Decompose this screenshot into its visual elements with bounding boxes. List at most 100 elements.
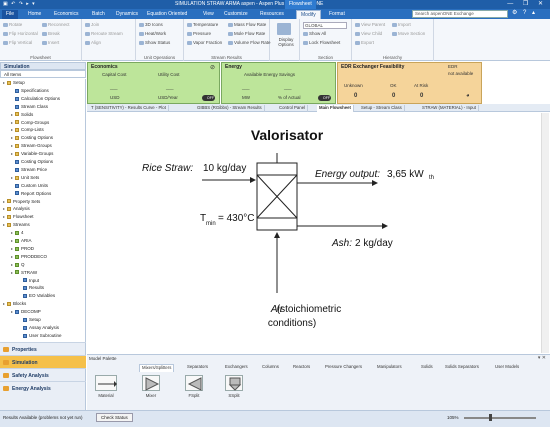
palette-tab-separators[interactable]: Separators	[187, 364, 208, 372]
palette-tab-user-models[interactable]: User Models	[495, 364, 519, 372]
zoom-slider[interactable]	[464, 417, 536, 419]
tree-item[interactable]: Costing Options	[11, 158, 53, 166]
heat-work-checkbox[interactable]: Heat/Work	[139, 31, 166, 36]
canvas-vertical-scrollbar[interactable]	[541, 113, 549, 353]
rotate-button[interactable]: Rotate	[3, 22, 22, 27]
simulation-nav-button[interactable]: Simulation	[0, 355, 86, 368]
move-section-button[interactable]: Move Section	[392, 31, 425, 36]
palette-tab-exchangers[interactable]: Exchangers	[225, 364, 248, 372]
tree-item[interactable]: Calculation Options	[11, 95, 60, 103]
close-icon[interactable]: ▾ ✕	[538, 355, 546, 361]
tree-item[interactable]: ▸ DECOMP	[11, 308, 41, 316]
tab-control-panel[interactable]: Control Panel	[277, 105, 309, 112]
tree-item[interactable]: ▸ 4	[11, 229, 24, 237]
quick-access-toolbar[interactable]: ▣ ↶ ↷ ▸ ▾	[3, 1, 36, 7]
flip-vertical-button[interactable]: Flip Vertical	[3, 40, 32, 45]
check-status-button[interactable]: Check Status	[96, 413, 133, 422]
join-button[interactable]: Join	[85, 22, 99, 27]
tab-equation-oriented[interactable]: Equation Oriented	[143, 10, 191, 19]
palette-tab-mixers[interactable]: Mixers/Splitters	[139, 364, 175, 372]
tree-item[interactable]: ▸ Stream-Groups	[11, 142, 52, 150]
palette-tab-solids[interactable]: Solids	[421, 364, 433, 372]
3d-icons-checkbox[interactable]: 3D Icons	[139, 22, 163, 27]
safety-analysis-nav-button[interactable]: Safety Analysis	[0, 368, 86, 381]
flip-horizontal-button[interactable]: Flip Horizontal	[3, 31, 38, 36]
tree-item[interactable]: ▸ ARIA	[11, 237, 32, 245]
tree-item[interactable]: ▸ Streams	[3, 221, 30, 229]
tab-file[interactable]: File	[2, 10, 19, 19]
tree-item[interactable]: Custom Units	[11, 182, 48, 190]
tree-item[interactable]: ▸ Comp-Lists	[11, 126, 44, 134]
tree-item[interactable]: Specifications	[11, 87, 49, 95]
tree-item[interactable]: ▸ Q	[11, 261, 25, 269]
energy-toggle[interactable]: OFF	[318, 95, 331, 101]
tree-item[interactable]: ▸ Variable-Groups	[11, 150, 53, 158]
tree-item[interactable]: User Subroutine	[19, 332, 62, 340]
tab-dynamics[interactable]: Dynamics	[112, 10, 142, 19]
tab-sensitivity-plot[interactable]: T (SENSITIVITY) - Results Curve - Plot	[89, 105, 169, 112]
energy-analysis-nav-button[interactable]: Energy Analysis	[0, 381, 86, 394]
tree-item[interactable]: Setup	[19, 316, 41, 324]
tab-view[interactable]: View	[199, 10, 218, 19]
navigation-filter-select[interactable]: All Items	[0, 70, 86, 78]
mass-flow-checkbox[interactable]: Mass Flow Rate	[228, 22, 266, 27]
tab-setup-stream-class[interactable]: Setup - Stream Class	[359, 105, 405, 112]
material-stream-model[interactable]	[95, 375, 117, 391]
palette-tab-solids-separators[interactable]: Solids Separators	[445, 364, 479, 372]
show-all-button[interactable]: Show All	[303, 31, 326, 36]
view-child-button[interactable]: View Child	[355, 31, 382, 36]
align-button[interactable]: Align	[85, 40, 101, 45]
mixer-model[interactable]	[142, 375, 160, 391]
help-icons[interactable]: ⚙ ? ▴	[512, 9, 537, 16]
display-options-button[interactable]: Display Options	[272, 37, 300, 47]
tab-economics[interactable]: Economics	[50, 10, 82, 19]
tree-item[interactable]: Input	[19, 277, 39, 285]
tree-item[interactable]: ▸ STRAW	[11, 269, 37, 277]
tree-item[interactable]: ▸ Comp-Groups	[11, 119, 49, 127]
tree-item[interactable]: ▸ Solids	[11, 111, 33, 119]
tree-item[interactable]: Results	[19, 284, 44, 292]
tree-item[interactable]: ▸ Property Sets	[3, 198, 40, 206]
view-parent-button[interactable]: View Parent	[355, 22, 385, 27]
pressure-checkbox[interactable]: Pressure	[187, 31, 211, 36]
vapor-fraction-checkbox[interactable]: Vapor Fraction	[187, 40, 222, 45]
flowsheet-canvas[interactable]: Valorisator Rice Straw: 10 kg/day Energy…	[87, 113, 541, 353]
import-button[interactable]: Import	[392, 22, 411, 27]
palette-tab-reactors[interactable]: Reactors	[293, 364, 310, 372]
tree-item[interactable]: ▸ Costing Options	[11, 134, 53, 142]
mole-flow-checkbox[interactable]: Mole Flow Rate	[228, 31, 265, 36]
tab-straw-input[interactable]: STRAW (MATERIAL) - Input	[420, 105, 479, 112]
break-button[interactable]: Break	[42, 31, 60, 36]
tree-item[interactable]: ▸ PRODDECO	[11, 253, 47, 261]
palette-tab-columns[interactable]: Columns	[262, 364, 279, 372]
export-button[interactable]: Export	[355, 40, 374, 45]
tree-item[interactable]: ▸ Unit Sets	[11, 174, 39, 182]
palette-tab-pressure-changers[interactable]: Pressure Changers	[325, 364, 362, 372]
tab-resources[interactable]: Resources	[256, 10, 288, 19]
display-options-icon[interactable]	[277, 23, 291, 35]
tree-item[interactable]: ▸ Setup	[3, 79, 25, 87]
window-controls[interactable]: — ❐ ✕	[507, 0, 547, 7]
tree-item[interactable]: ▸ Blocks	[3, 300, 26, 308]
tree-item[interactable]: ▸ Analysis	[3, 205, 30, 213]
tree-item[interactable]: Assay Analysis	[19, 324, 59, 332]
tab-batch[interactable]: Batch	[88, 10, 109, 19]
volume-flow-checkbox[interactable]: Volume Flow Rate	[228, 40, 271, 45]
fsplit-model[interactable]	[185, 375, 203, 391]
navigation-tree[interactable]: ▸ Setup Specifications Calculation Options S…	[0, 79, 86, 342]
lock-flowsheet-button[interactable]: Lock Flowsheet	[303, 40, 340, 45]
tab-format[interactable]: Format	[325, 10, 349, 19]
tree-item[interactable]: ▸ PROD	[11, 245, 34, 253]
insert-button[interactable]: Insert	[42, 40, 59, 45]
tree-item[interactable]: Stream Price	[11, 166, 47, 174]
reroute-stream-button[interactable]: Reroute Stream	[85, 31, 123, 36]
reconnect-button[interactable]: Reconnect	[42, 22, 70, 27]
palette-tab-manipulators[interactable]: Manipulators	[377, 364, 402, 372]
section-select[interactable]: GLOBAL	[303, 22, 347, 29]
edr-gauge-icon[interactable]: ◕	[466, 93, 470, 99]
tree-item[interactable]: ▸ Flowsheet	[3, 213, 34, 221]
tab-customize[interactable]: Customize	[220, 10, 252, 19]
tree-item[interactable]: EO Variables	[19, 292, 55, 300]
exchange-search-input[interactable]: Search aspenONE Exchange	[412, 10, 508, 18]
tree-item[interactable]: Report Options	[11, 190, 51, 198]
